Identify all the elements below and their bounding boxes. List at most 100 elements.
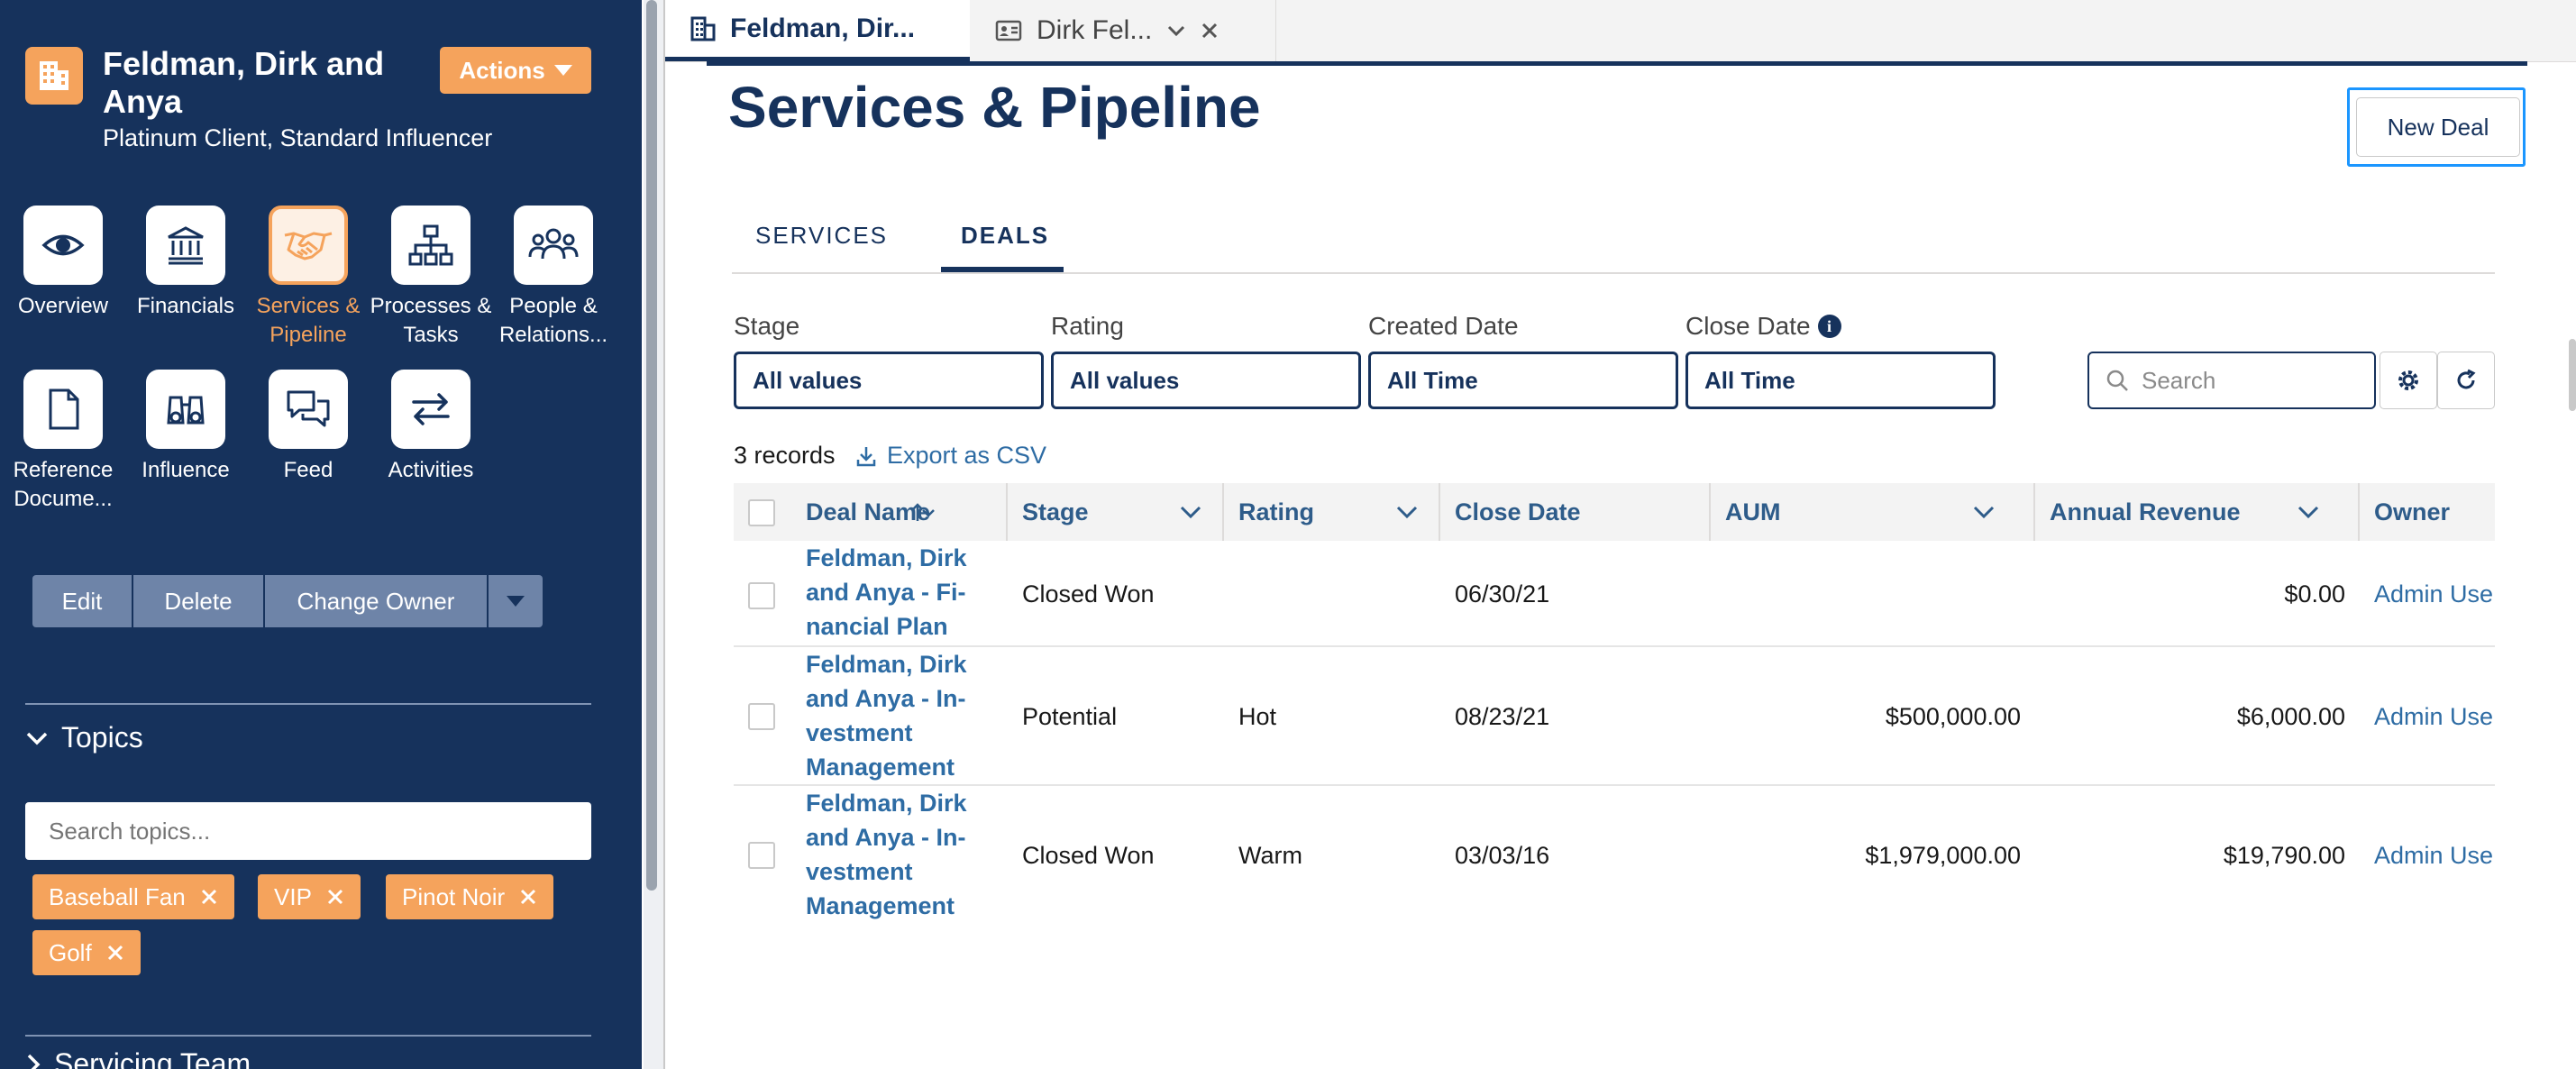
section-divider <box>25 1035 591 1037</box>
new-deal-button[interactable]: New Deal <box>2356 97 2520 157</box>
topics-search-input[interactable] <box>25 802 591 860</box>
column-aum[interactable]: AUM <box>1711 483 2035 541</box>
nav-overview[interactable]: Overview <box>2 206 124 321</box>
tab-label: Feldman, Dir... <box>730 13 916 43</box>
nav-label: Overview <box>17 294 109 318</box>
more-actions-button[interactable] <box>489 575 543 627</box>
export-csv-link[interactable]: Export as CSV <box>854 442 1046 470</box>
annual-revenue-cell: $6,000.00 <box>2236 703 2345 730</box>
nav-label: Influence <box>142 458 230 482</box>
owner-link[interactable]: Admin Use <box>2374 842 2493 870</box>
nav-feed[interactable]: Feed <box>247 370 370 485</box>
row-checkbox[interactable] <box>748 582 775 609</box>
nav-financials[interactable]: Financials <box>124 206 247 321</box>
delete-button[interactable]: Delete <box>133 575 265 627</box>
tab-services[interactable]: SERVICES <box>755 222 888 250</box>
export-label: Export as CSV <box>887 442 1047 469</box>
nav-label: Financials <box>136 294 235 318</box>
deals-search-input[interactable]: Search <box>2087 352 2376 409</box>
deal-name-line: Feldman, Dirk <box>806 790 967 817</box>
row-checkbox[interactable] <box>748 703 775 730</box>
topic-tag: VIP <box>258 874 361 919</box>
stage-cell: Closed Won <box>1022 580 1155 608</box>
close-icon[interactable] <box>326 888 344 906</box>
stage-filter-select[interactable]: All values <box>734 352 1044 409</box>
close-tab-icon[interactable] <box>1201 22 1219 40</box>
close-icon[interactable] <box>200 888 218 906</box>
chevron-down-icon[interactable] <box>1395 503 1419 521</box>
gear-icon <box>2398 370 2418 390</box>
rating-cell: Warm <box>1238 842 1302 869</box>
aum-cell: $500,000.00 <box>1885 703 2021 730</box>
column-rating[interactable]: Rating <box>1224 483 1440 541</box>
workspace-tab-bar: Feldman, Dir... Dirk Fel... <box>665 0 2576 62</box>
column-close-date[interactable]: Close Date <box>1440 483 1711 541</box>
actions-button[interactable]: Actions <box>440 47 591 94</box>
refresh-button[interactable] <box>2437 352 2495 409</box>
chevron-down-icon[interactable] <box>2297 503 2320 521</box>
topics-heading: Topics <box>61 721 143 754</box>
handshake-icon <box>269 206 348 285</box>
column-stage[interactable]: Stage <box>1008 483 1224 541</box>
filter-label-stage: Stage <box>734 312 800 340</box>
chevron-down-icon <box>26 732 48 745</box>
list-settings-button[interactable] <box>2380 352 2437 409</box>
account-icon <box>690 16 716 41</box>
chevron-down-icon[interactable] <box>1972 503 1996 521</box>
topic-tag-label: VIP <box>274 882 312 910</box>
nav-processes-tasks[interactable]: Processes & Tasks <box>370 206 492 350</box>
chevron-down-icon[interactable] <box>1179 503 1202 521</box>
topics-toggle[interactable]: Topics <box>25 721 143 754</box>
deal-name-line: Management <box>806 754 955 781</box>
info-icon[interactable]: i <box>1817 315 1841 338</box>
chevron-down-icon[interactable] <box>1166 23 1186 38</box>
change-owner-button[interactable]: Change Owner <box>265 575 489 627</box>
column-annual-revenue[interactable]: Annual Revenue <box>2035 483 2360 541</box>
swap-arrows-icon <box>391 370 470 449</box>
tab-deals[interactable]: DEALS <box>961 222 1049 250</box>
record-action-group: Edit Delete Change Owner <box>32 575 543 627</box>
nav-people-relations[interactable]: People & Relations... <box>492 206 615 350</box>
tab-contact[interactable]: Dirk Fel... <box>970 0 1276 61</box>
filter-label-created-date: Created Date <box>1368 312 1519 340</box>
rating-filter-select[interactable]: All values <box>1051 352 1361 409</box>
created-date-filter-select[interactable]: All Time <box>1368 352 1678 409</box>
deal-name-link[interactable]: Feldman, Dirk and Anya - In- vestment Ma… <box>806 786 977 923</box>
deal-name-link[interactable]: Feldman, Dirk and Anya - In- vestment Ma… <box>806 647 977 784</box>
document-icon <box>23 370 103 449</box>
topic-tag-label: Golf <box>49 938 92 966</box>
tab-account[interactable]: Feldman, Dir... <box>665 0 970 61</box>
account-building-icon <box>25 47 83 105</box>
deal-name-link[interactable]: Feldman, Dirk and Anya - Fi- nancial Pla… <box>806 541 977 644</box>
owner-link[interactable]: Admin Use <box>2374 580 2493 608</box>
topic-tag: Pinot Noir <box>386 874 554 919</box>
nav-influence[interactable]: Influence <box>124 370 247 485</box>
annual-revenue-cell: $19,790.00 <box>2223 842 2345 869</box>
aum-cell: $1,979,000.00 <box>1865 842 2021 869</box>
nav-label: Reference Docume... <box>13 458 114 511</box>
nav-activities[interactable]: Activities <box>370 370 492 485</box>
sidebar-scrollbar[interactable] <box>644 0 663 1069</box>
topic-tag: Golf <box>32 930 141 975</box>
edit-button[interactable]: Edit <box>32 575 133 627</box>
rating-cell: Hot <box>1238 703 1277 730</box>
select-all-checkbox[interactable] <box>748 499 775 526</box>
scrollbar-thumb[interactable] <box>646 0 657 891</box>
close-icon[interactable] <box>106 944 124 962</box>
tab-label: Dirk Fel... <box>1037 15 1153 45</box>
active-tab-indicator <box>941 267 1064 272</box>
account-subtitle: Platinum Client, Standard Influencer <box>103 124 493 151</box>
row-checkbox[interactable] <box>748 842 775 869</box>
nav-reference-documents[interactable]: Reference Docume... <box>2 370 124 514</box>
binoculars-icon <box>146 370 225 449</box>
servicing-team-toggle[interactable]: Servicing Team <box>25 1047 251 1069</box>
owner-link[interactable]: Admin Use <box>2374 703 2493 731</box>
main-scrollbar-thumb[interactable] <box>2569 339 2576 411</box>
column-owner[interactable]: Owner <box>2360 483 2495 541</box>
nav-services-pipeline[interactable]: Services & Pipeline <box>247 206 370 350</box>
page-accent-bar <box>707 61 2527 66</box>
deal-name-line: Management <box>806 892 955 919</box>
close-date-filter-select[interactable]: All Time <box>1685 352 1996 409</box>
close-icon[interactable] <box>519 888 537 906</box>
column-deal-name[interactable]: Deal Name <box>791 483 950 541</box>
